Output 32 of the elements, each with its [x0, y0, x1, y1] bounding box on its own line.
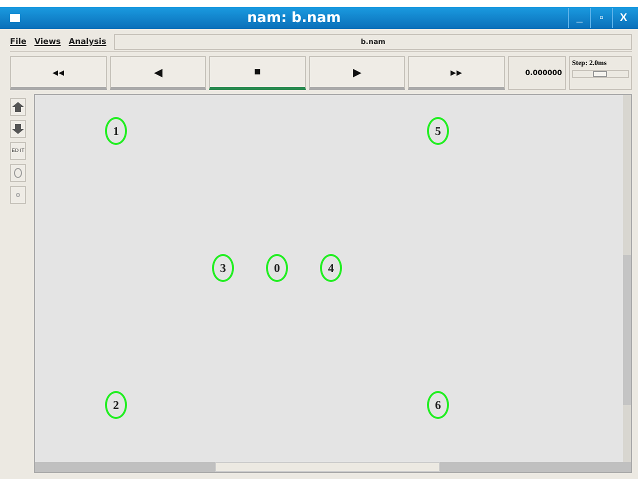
window-title: nam: b.nam: [246, 10, 342, 26]
zoom-in-tool[interactable]: [10, 98, 26, 116]
network-node[interactable]: 1: [105, 117, 127, 145]
menu-item[interactable]: Analysis: [68, 37, 106, 46]
zoom-out-tool[interactable]: [10, 120, 26, 138]
window-control[interactable]: ▫: [590, 8, 612, 28]
network-node[interactable]: 5: [427, 117, 449, 145]
step-slider[interactable]: [572, 70, 629, 78]
network-node[interactable]: 0: [266, 254, 288, 282]
dot-icon: [16, 193, 20, 197]
window-icon: [10, 14, 20, 22]
window-control[interactable]: X: [612, 8, 634, 28]
playback-button[interactable]: ▶: [308, 56, 406, 90]
network-node[interactable]: 4: [320, 254, 342, 282]
circle-tool[interactable]: [10, 164, 26, 182]
menu-item[interactable]: Views: [34, 37, 61, 46]
circle-icon: [14, 168, 22, 178]
horizontal-scrollbar[interactable]: [35, 462, 631, 472]
menu-item[interactable]: File: [10, 37, 26, 46]
vertical-scrollbar[interactable]: [623, 95, 631, 462]
playback-button[interactable]: ◂◂: [10, 56, 107, 90]
slider-thumb[interactable]: [593, 71, 608, 77]
window-control[interactable]: _: [568, 8, 590, 28]
dot-tool[interactable]: [10, 186, 26, 204]
network-node[interactable]: 3: [212, 254, 234, 282]
zoom-in-icon: [12, 102, 24, 112]
playback-button[interactable]: ▸▸: [408, 56, 505, 90]
playback-button[interactable]: ■: [209, 56, 306, 90]
playback-button[interactable]: ◀: [110, 56, 206, 90]
network-node[interactable]: 6: [427, 391, 449, 419]
network-node[interactable]: 2: [105, 391, 127, 419]
zoom-out-icon: [12, 124, 24, 134]
